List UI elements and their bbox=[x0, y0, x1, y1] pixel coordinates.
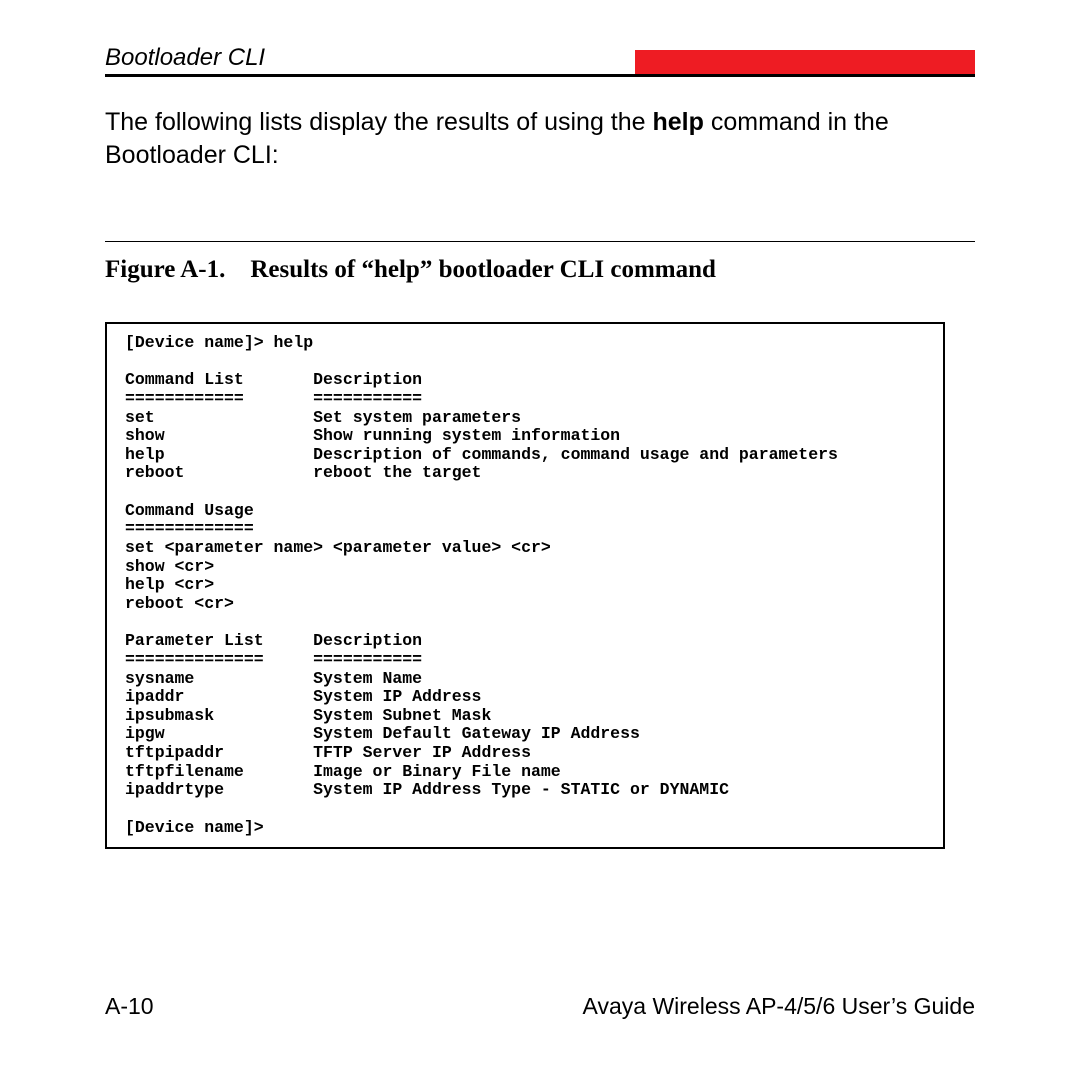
header-title: Bootloader CLI bbox=[105, 44, 265, 72]
intro-text-prefix: The following lists display the results … bbox=[105, 108, 653, 136]
figure-top-rule bbox=[105, 241, 975, 242]
page-number: A-10 bbox=[105, 993, 154, 1020]
header-rule bbox=[105, 74, 975, 77]
cli-output-box: [Device name]> help Command List Descrip… bbox=[105, 322, 945, 849]
page: Bootloader CLI The following lists displ… bbox=[0, 0, 1080, 1080]
guide-title: Avaya Wireless AP-4/5/6 User’s Guide bbox=[583, 993, 975, 1020]
figure-caption: Figure A-1. Results of “help” bootloader… bbox=[105, 256, 975, 284]
intro-paragraph: The following lists display the results … bbox=[105, 106, 975, 171]
header-red-accent bbox=[635, 50, 975, 74]
page-footer: A-10 Avaya Wireless AP-4/5/6 User’s Guid… bbox=[105, 993, 975, 1020]
page-header: Bootloader CLI bbox=[105, 40, 975, 80]
intro-bold-word: help bbox=[653, 108, 704, 136]
